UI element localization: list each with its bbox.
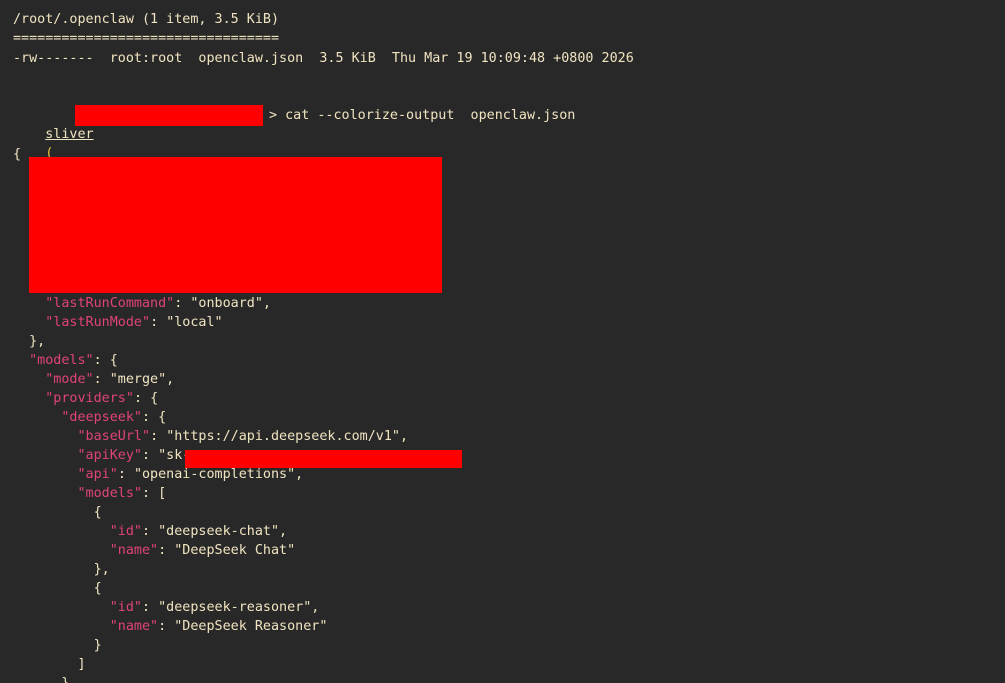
json-key: "mode" xyxy=(45,372,94,387)
json-line: "models": { xyxy=(13,351,118,370)
json-value: "deepseek-reasoner", xyxy=(158,600,320,615)
json-line: "models": [ xyxy=(13,484,167,503)
json-value: "openai-completions", xyxy=(133,467,304,482)
json-key: "lastRunMode" xyxy=(45,315,151,330)
json-separator: : xyxy=(117,467,134,482)
json-key: "apiKey" xyxy=(77,448,143,463)
json-key: "name" xyxy=(109,543,159,558)
json-value: { xyxy=(109,353,118,368)
terminal-window[interactable]: /root/.openclaw (1 item, 3.5 KiB) ======… xyxy=(0,0,1005,683)
json-separator: : xyxy=(174,296,191,311)
json-value: { xyxy=(150,391,159,406)
json-value: }, xyxy=(29,334,46,349)
json-value: }, xyxy=(61,676,77,683)
json-line: "lastRunCommand": "onboard", xyxy=(13,294,271,313)
json-separator: : xyxy=(142,448,159,463)
json-separator: : xyxy=(150,315,167,330)
json-key: "lastRunCommand" xyxy=(45,296,175,311)
json-value: "deepseek-chat", xyxy=(158,524,288,539)
json-line: "mode": "merge", xyxy=(13,370,174,389)
json-key: "providers" xyxy=(45,391,134,406)
json-separator: : xyxy=(142,410,159,425)
file-listing-row: -rw------- root:root openclaw.json 3.5 K… xyxy=(13,51,634,66)
json-separator: : xyxy=(142,486,159,501)
redacted-host-block xyxy=(75,105,263,126)
directory-header: /root/.openclaw (1 item, 3.5 KiB) xyxy=(13,12,280,27)
redacted-api-key xyxy=(185,450,462,468)
directory-separator: ================================= xyxy=(13,31,280,46)
json-separator: : xyxy=(93,353,110,368)
json-line: { xyxy=(13,503,102,522)
json-value: { xyxy=(158,410,167,425)
json-value: "local" xyxy=(166,315,223,330)
prompt-user: sliver xyxy=(45,127,94,142)
json-key: "models" xyxy=(77,486,143,501)
json-separator: : xyxy=(142,524,159,539)
json-line: "apiKey": "sk- xyxy=(13,446,191,465)
json-line: "providers": { xyxy=(13,389,158,408)
json-value: }, xyxy=(93,562,110,577)
json-line: "name": "DeepSeek Chat" xyxy=(13,541,295,560)
json-key: "api" xyxy=(77,467,118,482)
json-line: "id": "deepseek-chat", xyxy=(13,522,287,541)
json-line: "name": "DeepSeek Reasoner" xyxy=(13,617,328,636)
prompt-command: > cat --colorize-output openclaw.json xyxy=(269,108,576,123)
json-separator: : xyxy=(158,543,175,558)
json-value: ] xyxy=(77,657,86,672)
json-value: } xyxy=(93,638,102,653)
json-open-brace: { xyxy=(13,147,22,162)
json-key: "deepseek" xyxy=(61,410,142,425)
json-key: "id" xyxy=(109,524,142,539)
json-separator: : xyxy=(158,619,175,634)
json-key: "baseUrl" xyxy=(77,429,151,444)
json-value: { xyxy=(93,505,102,520)
json-separator: : xyxy=(142,600,159,615)
json-separator: : xyxy=(150,429,167,444)
json-line: }, xyxy=(13,674,77,683)
json-line: "id": "deepseek-reasoner", xyxy=(13,598,320,617)
json-line: }, xyxy=(13,560,110,579)
json-value: "https://api.deepseek.com/v1", xyxy=(166,429,409,444)
json-separator: : xyxy=(93,372,110,387)
json-value: { xyxy=(93,581,102,596)
json-key: "id" xyxy=(109,600,142,615)
json-line: "deepseek": { xyxy=(13,408,166,427)
redacted-config-block xyxy=(29,157,442,293)
json-line: ] xyxy=(13,655,86,674)
json-value: "DeepSeek Reasoner" xyxy=(174,619,328,634)
json-line: { xyxy=(13,579,102,598)
json-line: } xyxy=(13,636,102,655)
json-line: "lastRunMode": "local" xyxy=(13,313,223,332)
json-line: "baseUrl": "https://api.deepseek.com/v1"… xyxy=(13,427,409,446)
json-value: "merge", xyxy=(109,372,175,387)
json-line: }, xyxy=(13,332,45,351)
json-value: "DeepSeek Chat" xyxy=(174,543,296,558)
json-value: [ xyxy=(158,486,167,501)
json-key: "name" xyxy=(109,619,159,634)
json-value: "onboard", xyxy=(190,296,271,311)
json-key: "models" xyxy=(29,353,94,368)
json-separator: : xyxy=(133,391,151,406)
